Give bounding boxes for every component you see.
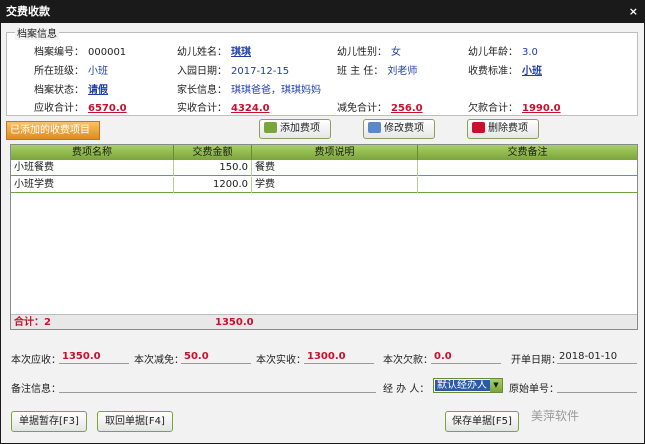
entry-date-value: 2017-12-15	[231, 66, 290, 77]
child-name-label: 幼儿姓名：	[177, 47, 227, 58]
file-status-value: 请假	[88, 85, 108, 96]
child-age-value: 3.0	[522, 47, 538, 58]
file-number-field: 档案编号： 000001	[34, 43, 126, 58]
owe-field: 0.0	[431, 350, 501, 364]
child-gender-value: 女	[391, 47, 401, 58]
footer-count: 合计：2	[14, 317, 51, 328]
owe-total-value: 1990.0	[522, 103, 561, 114]
table-cell: 1200.0	[174, 177, 252, 193]
delete-fee-item-button[interactable]: 删除费项	[467, 119, 539, 139]
parent-info-label: 家长信息：	[177, 85, 227, 96]
class-label: 所在班级：	[34, 66, 84, 77]
reduce-total-label: 减免合计：	[337, 103, 387, 114]
table-cell	[418, 177, 637, 193]
add-icon	[264, 122, 277, 133]
owe-total-label: 欠款合计：	[468, 103, 518, 114]
reduce-total-field: 减免合计： 256.0	[337, 99, 423, 114]
parent-info-value: 琪琪爸爸，琪琪妈妈	[231, 85, 321, 96]
entry-date-label: 入园日期：	[177, 66, 227, 77]
edit-icon	[368, 122, 381, 133]
handler-label: 经 办 人：	[383, 384, 430, 395]
window-title: 交费收款	[6, 5, 50, 18]
parent-info-field: 家长信息： 琪琪爸爸，琪琪妈妈	[177, 81, 321, 96]
head-teacher-label: 班 主 任：	[337, 66, 384, 77]
tab-added-fee-items[interactable]: 已添加的收费项目	[6, 121, 100, 140]
reduce-field[interactable]: 50.0	[181, 350, 251, 364]
date-field[interactable]: 2018-01-10	[557, 350, 637, 364]
owe-total-field: 欠款合计： 1990.0	[468, 99, 561, 114]
table-row[interactable]: 小班餐费 150.0 餐费	[11, 160, 637, 176]
child-gender-field: 幼儿性别： 女	[337, 43, 401, 58]
column-header-note[interactable]: 交费备注	[418, 145, 637, 160]
handler-selected-value: 默认经办人	[435, 380, 490, 391]
title-bar: 交费收款 ×	[1, 1, 644, 23]
file-status-field: 档案状态： 请假	[34, 81, 108, 96]
table-footer: 合计：2 1350.0	[11, 314, 637, 329]
due-label: 本次应收：	[11, 355, 61, 366]
head-teacher-field: 班 主 任： 刘老师	[337, 62, 417, 77]
note-field[interactable]	[59, 379, 376, 393]
paid-total-field: 实收合计： 4324.0	[177, 99, 270, 114]
reduce-total-value: 256.0	[391, 103, 423, 114]
table-cell: 餐费	[252, 160, 418, 176]
class-value: 小班	[88, 66, 108, 77]
table-row[interactable]: 小班学费 1200.0 学费	[11, 177, 637, 193]
child-name-value: 琪琪	[231, 47, 251, 58]
column-header-amount[interactable]: 交费金额	[174, 145, 252, 160]
watermark-logo: 美萍软件	[531, 409, 580, 423]
close-icon[interactable]: ×	[629, 1, 638, 23]
due-total-value: 6570.0	[88, 103, 127, 114]
column-header-description[interactable]: 费项说明	[252, 145, 418, 160]
file-number-label: 档案编号：	[34, 47, 84, 58]
fee-standard-field: 收费标准： 小班	[468, 62, 542, 77]
child-age-field: 幼儿年龄： 3.0	[468, 43, 538, 58]
edit-fee-item-button[interactable]: 修改费项	[363, 119, 435, 139]
file-number-value: 000001	[88, 47, 127, 58]
table-header: 费项名称 交费金额 费项说明 交费备注	[11, 145, 637, 160]
hold-receipt-button[interactable]: 单据暂存[F3]	[11, 411, 87, 432]
child-name-field: 幼儿姓名： 琪琪	[177, 43, 251, 58]
original-number-label: 原始单号：	[509, 384, 559, 395]
fee-standard-label: 收费标准：	[468, 66, 518, 77]
table-cell: 小班学费	[11, 177, 174, 193]
due-field[interactable]: 1350.0	[59, 350, 129, 364]
paid-total-label: 实收合计：	[177, 103, 227, 114]
reduce-label: 本次减免：	[134, 355, 184, 366]
delete-icon	[472, 122, 485, 133]
head-teacher-value: 刘老师	[387, 66, 418, 77]
entry-date-field: 入园日期： 2017-12-15	[177, 62, 289, 77]
fee-items-table: 费项名称 交费金额 费项说明 交费备注 小班餐费 150.0 餐费 小班学费 1200.…	[10, 144, 638, 330]
chevron-down-icon[interactable]: ▼	[490, 379, 502, 392]
payment-window: 交费收款 × 档案信息 档案编号： 000001 幼儿姓名： 琪琪 幼儿性别： 女 幼儿年龄…	[0, 0, 645, 444]
paid-field[interactable]: 1300.0	[304, 350, 374, 364]
owe-label: 本次欠款：	[383, 355, 433, 366]
fee-standard-value: 小班	[522, 66, 542, 77]
paid-label: 本次实收：	[256, 355, 306, 366]
file-status-label: 档案状态：	[34, 85, 84, 96]
table-cell: 学费	[252, 177, 418, 193]
due-total-field: 应收合计： 6570.0	[34, 99, 127, 114]
child-gender-label: 幼儿性别：	[337, 47, 387, 58]
column-header-item-name[interactable]: 费项名称	[11, 145, 174, 160]
date-label: 开单日期：	[511, 355, 561, 366]
footer-amount: 1350.0	[215, 317, 254, 328]
paid-total-value: 4324.0	[231, 103, 270, 114]
child-age-label: 幼儿年龄：	[468, 47, 518, 58]
table-cell: 小班餐费	[11, 160, 174, 176]
recall-receipt-button[interactable]: 取回单据[F4]	[97, 411, 173, 432]
class-field: 所在班级： 小班	[34, 62, 108, 77]
save-receipt-button[interactable]: 保存单据[F5]	[445, 411, 519, 432]
note-label: 备注信息：	[11, 384, 61, 395]
add-fee-item-button[interactable]: 添加费项	[259, 119, 331, 139]
original-number-field[interactable]	[557, 379, 637, 393]
handler-select[interactable]: 默认经办人 ▼	[433, 378, 503, 393]
table-cell	[418, 160, 637, 176]
table-cell: 150.0	[174, 160, 252, 176]
profile-info-legend: 档案信息	[15, 25, 59, 40]
due-total-label: 应收合计：	[34, 103, 84, 114]
